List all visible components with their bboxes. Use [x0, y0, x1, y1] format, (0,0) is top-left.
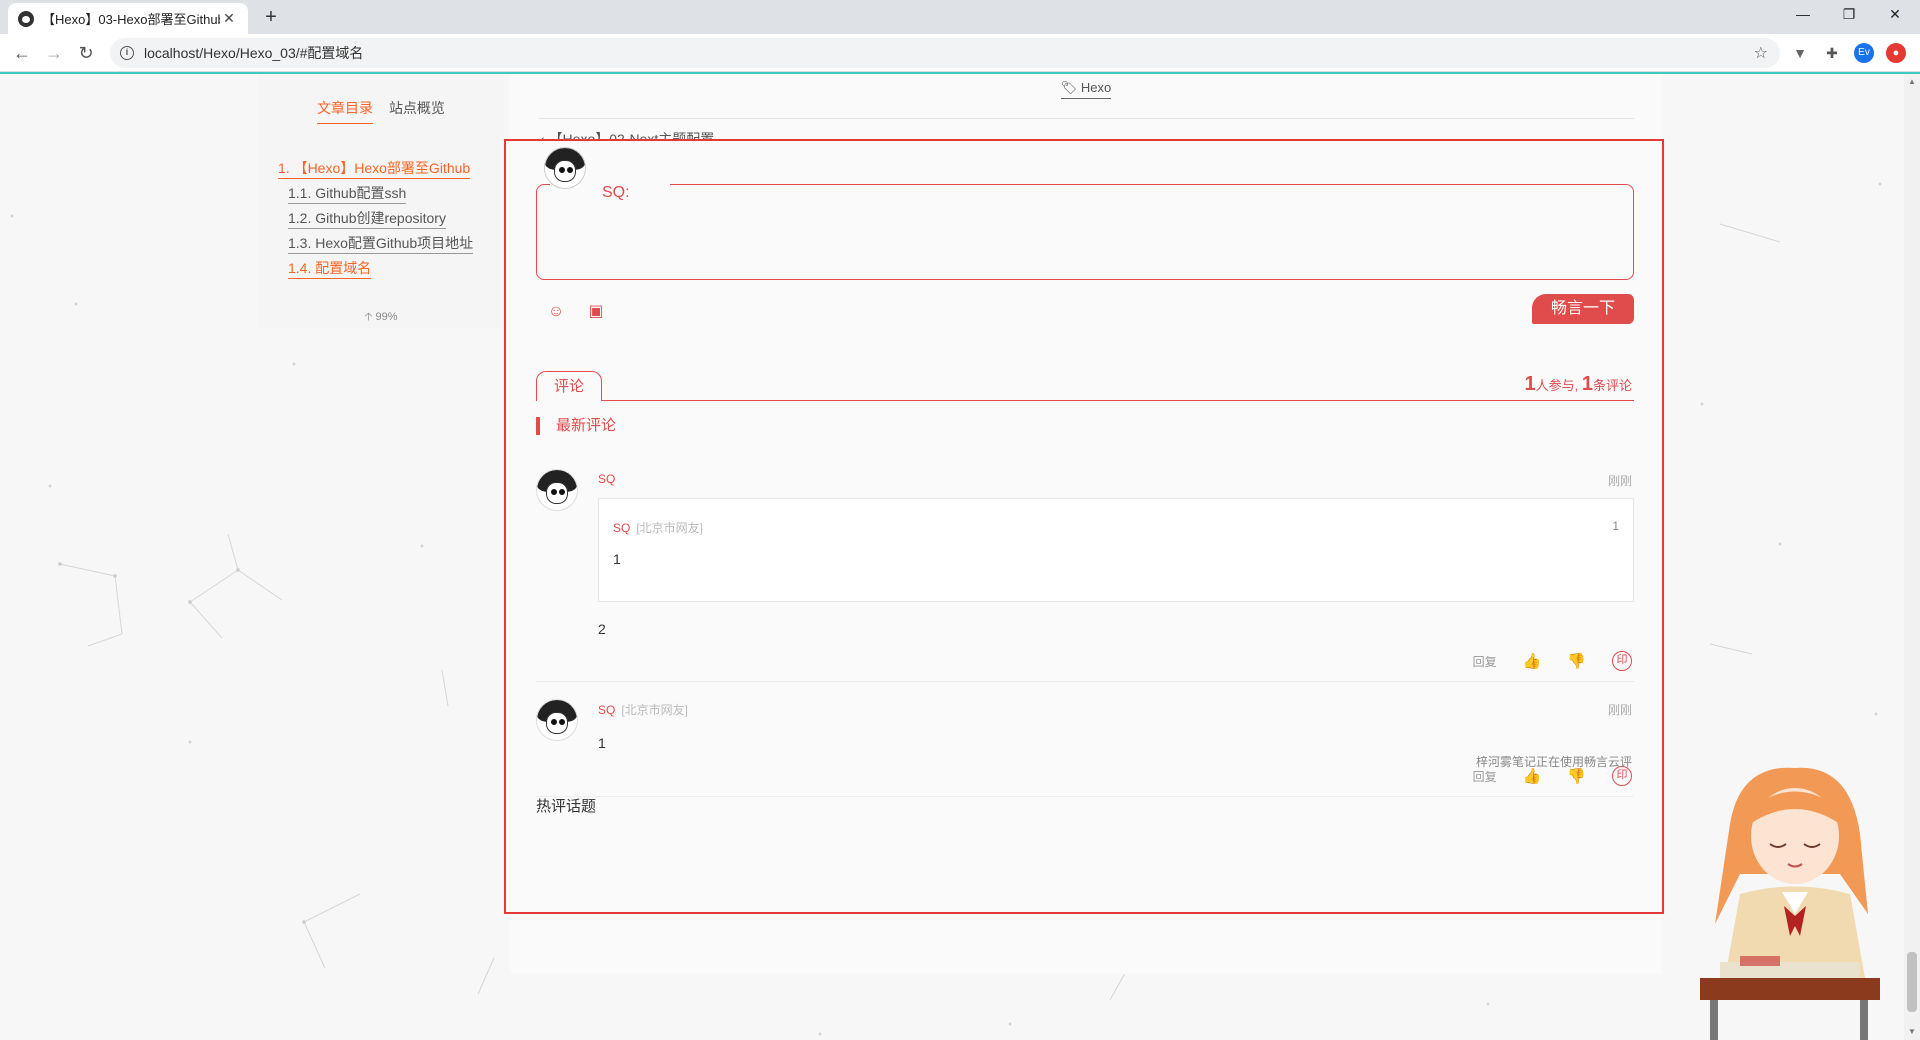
latest-comments-heading: 最新评论 — [536, 417, 616, 435]
browser-tab[interactable]: 【Hexo】03-Hexo部署至Github ✕ — [8, 3, 248, 34]
participant-label: 人参与, — [1535, 378, 1579, 393]
comment-divider — [536, 681, 1634, 682]
url-text: localhost/Hexo/Hexo_03/#配置域名 — [144, 45, 364, 61]
emoji-icon[interactable]: ☺ — [546, 302, 566, 322]
hot-topics-heading: 热评话题 — [536, 798, 597, 815]
comment-actions: 回复 👍 👎 印 — [1447, 650, 1632, 672]
profile-avatar[interactable]: Ev — [1854, 43, 1874, 63]
tab-close-icon[interactable]: ✕ — [220, 10, 238, 27]
vue-devtools-icon[interactable]: ▼ — [1790, 43, 1810, 63]
new-tab-button[interactable]: + — [258, 5, 284, 31]
comment-body: 1 — [598, 735, 606, 751]
tag-link[interactable]: 🏷 Hexo — [1060, 80, 1112, 99]
page-scrollbar[interactable]: ▲ ▼ — [1904, 74, 1920, 1040]
current-user-name: SQ: — [602, 184, 630, 201]
live2d-mascot-image[interactable] — [1700, 764, 1880, 1040]
thumbs-down-icon[interactable]: 👎 — [1567, 652, 1586, 670]
comment-count: 1 — [1581, 373, 1593, 395]
comment-time: 刚刚 — [1607, 703, 1632, 717]
comment-count-label: 条评论 — [1592, 378, 1632, 393]
browser-toolbar: ← → ↻ i localhost/Hexo/Hexo_03/#配置域名 ☆ ▼… — [0, 34, 1920, 72]
sidebar-tabs: 文章目录 站点概览 — [258, 98, 504, 124]
bookmark-star-icon[interactable]: ☆ — [1754, 43, 1768, 63]
arrow-up-icon: 🡡 — [364, 311, 373, 323]
comment-counts: 1人参与, 1条评论 — [1524, 373, 1632, 396]
comment-author[interactable]: SQ — [598, 703, 615, 717]
toc-item[interactable]: 1. 【Hexo】Hexo部署至Github — [278, 158, 471, 179]
comment-avatar[interactable] — [536, 469, 578, 511]
scroll-percent: 99% — [375, 311, 398, 323]
quoted-location: [北京市网友] — [636, 521, 704, 535]
back-icon[interactable]: ← — [8, 40, 36, 68]
scroll-thumb[interactable] — [1907, 952, 1917, 1012]
site-info-icon[interactable]: i — [120, 46, 134, 60]
current-user-avatar — [544, 147, 586, 189]
tab-overview[interactable]: 站点概览 — [389, 98, 445, 123]
toc-item[interactable]: 1.3. Hexo配置Github项目地址 — [288, 233, 474, 254]
forward-icon[interactable]: → — [40, 40, 68, 68]
tag-label: Hexo — [1080, 80, 1112, 95]
comment-time: 刚刚 — [1607, 474, 1632, 488]
tab-underline — [602, 400, 1634, 401]
page: 文章目录 站点概览 1. 【Hexo】Hexo部署至Github 1.1. Gi… — [0, 74, 1920, 1040]
thumbs-up-icon[interactable]: 👍 — [1523, 652, 1542, 670]
adblock-icon[interactable]: ● — [1886, 43, 1906, 63]
minimize-icon[interactable]: — — [1780, 0, 1826, 30]
reply-button[interactable]: 回复 — [1473, 653, 1497, 670]
submit-comment-button[interactable]: 畅言一下 — [1532, 294, 1634, 324]
participant-count: 1 — [1524, 373, 1536, 395]
address-bar[interactable]: i localhost/Hexo/Hexo_03/#配置域名 ☆ — [110, 38, 1780, 68]
quoted-comment: SQ [北京市网友] 1 1 — [598, 498, 1634, 602]
comment-author[interactable]: SQ — [598, 472, 615, 486]
extensions-icon[interactable]: ✚ — [1822, 43, 1842, 63]
sidebar: 文章目录 站点概览 1. 【Hexo】Hexo部署至Github 1.1. Gi… — [258, 74, 504, 328]
tab-title: 【Hexo】03-Hexo部署至Github — [42, 12, 220, 27]
tab-comments[interactable]: 评论 — [536, 371, 602, 401]
toc-item[interactable]: 1.2. Github创建repository — [288, 208, 446, 229]
table-of-contents: 1. 【Hexo】Hexo部署至Github 1.1. Github配置ssh … — [278, 156, 474, 281]
comment-textarea[interactable] — [536, 184, 1634, 280]
tag-icon: 🏷 — [1060, 80, 1078, 95]
powered-by-text[interactable]: 梓河雾笔记正在使用畅言云评 — [1476, 753, 1632, 770]
toc-item-active[interactable]: 1.4. 配置域名 — [288, 258, 372, 279]
back-to-top[interactable]: 🡡 99% — [258, 308, 504, 327]
comment-author-line: SQ [北京市网友] — [598, 701, 688, 718]
share-seal-icon[interactable]: 印 — [1612, 651, 1632, 671]
quoted-author[interactable]: SQ — [613, 521, 630, 535]
quoted-body: 1 — [613, 551, 621, 567]
scroll-up-arrow-icon[interactable]: ▲ — [1904, 74, 1920, 90]
quoted-author-line: SQ [北京市网友] — [613, 519, 703, 536]
comment-widget: SQ: ☺ ▣ 畅言一下 评论 1人参与, 1条评论 最新评论 SQ 刚刚 SQ… — [504, 139, 1664, 914]
restore-icon[interactable]: ❐ — [1826, 0, 1872, 30]
favicon-icon — [18, 10, 34, 27]
quote-floor-number: 1 — [1612, 519, 1619, 533]
divider — [538, 118, 1634, 119]
comment-body: 2 — [598, 621, 606, 637]
comment-avatar[interactable] — [536, 699, 578, 741]
post-tags: 🏷 Hexo — [510, 80, 1662, 99]
image-upload-icon[interactable]: ▣ — [586, 302, 606, 322]
toc-item[interactable]: 1.1. Github配置ssh — [288, 183, 407, 204]
comment-divider — [536, 796, 1634, 797]
close-window-icon[interactable]: ✕ — [1872, 0, 1918, 30]
comment-location: [北京市网友] — [621, 703, 689, 717]
reply-button[interactable]: 回复 — [1473, 768, 1497, 785]
reload-icon[interactable]: ↻ — [72, 40, 100, 68]
browser-tabbar: 【Hexo】03-Hexo部署至Github ✕ + — ❐ ✕ — [0, 0, 1920, 34]
scroll-down-arrow-icon[interactable]: ▼ — [1904, 1024, 1920, 1040]
tab-toc[interactable]: 文章目录 — [317, 98, 374, 124]
